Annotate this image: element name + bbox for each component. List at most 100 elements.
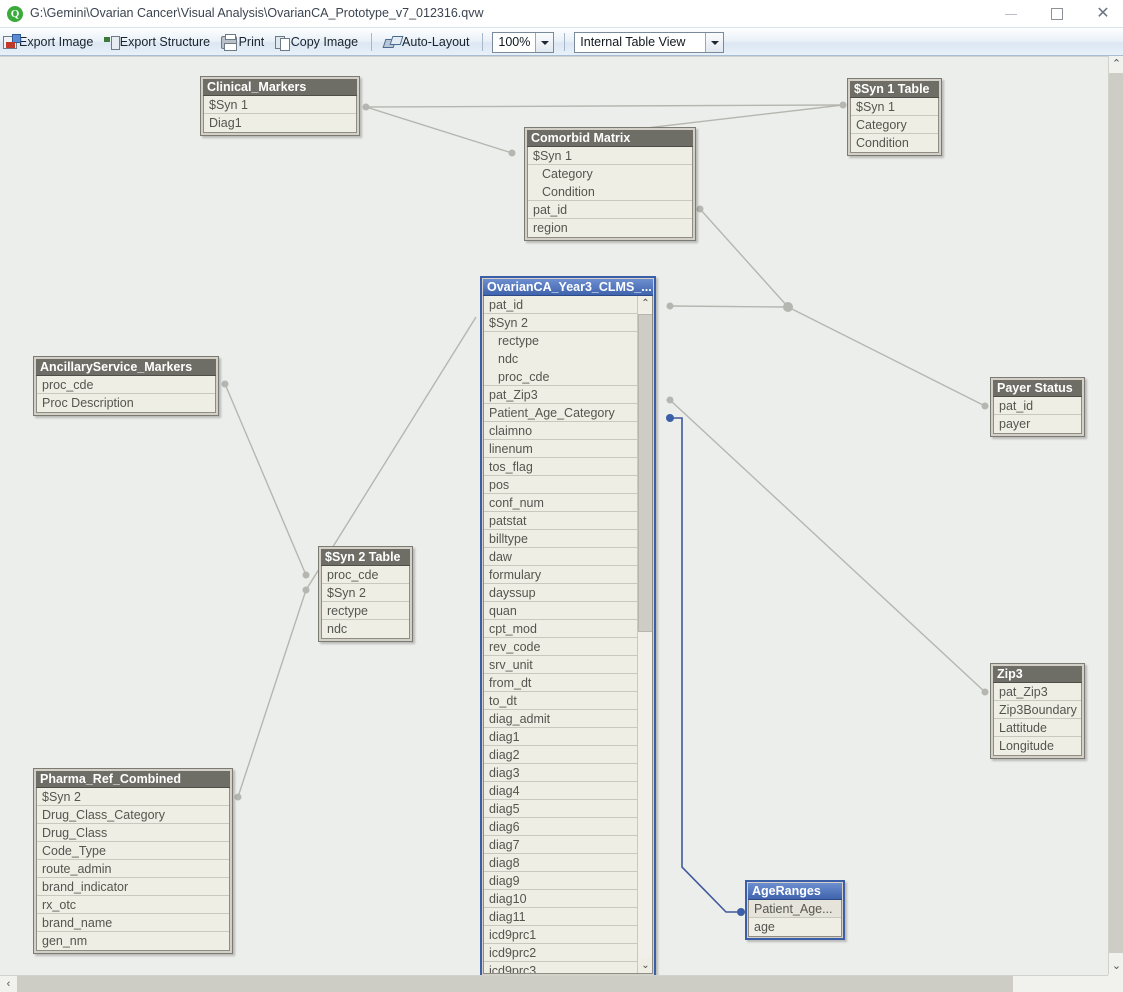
- field-row[interactable]: proc_cde: [37, 376, 215, 394]
- table-box-ovarianca-year3-clms[interactable]: OvarianCA_Year3_CLMS_... pat_id $Syn 2 rec…: [480, 276, 656, 975]
- view-mode-select[interactable]: Internal Table View: [574, 32, 725, 53]
- field-row[interactable]: diag8: [484, 854, 640, 872]
- field-row[interactable]: daw: [484, 548, 640, 566]
- field-row[interactable]: proc_cde: [484, 368, 640, 386]
- field-row[interactable]: icd9prc2: [484, 944, 640, 962]
- table-box-syn2-table[interactable]: $Syn 2 Table proc_cde $Syn 2 rectype ndc: [318, 546, 413, 642]
- table-box-clinical-markers[interactable]: Clinical_Markers $Syn 1 Diag1: [200, 76, 360, 136]
- field-row[interactable]: Category: [528, 165, 692, 183]
- vertical-scrollbar-thumb[interactable]: [1109, 73, 1123, 953]
- scroll-down-arrow-icon[interactable]: ⌄: [1109, 958, 1123, 975]
- horizontal-scrollbar[interactable]: ‹ ›: [0, 975, 1123, 992]
- field-row[interactable]: rev_code: [484, 638, 640, 656]
- field-row[interactable]: conf_num: [484, 494, 640, 512]
- field-row[interactable]: proc_cde: [322, 566, 409, 584]
- export-structure-button[interactable]: Export Structure: [101, 29, 213, 56]
- field-row[interactable]: region: [528, 219, 692, 237]
- horizontal-scrollbar-thumb[interactable]: [17, 976, 1013, 992]
- field-row[interactable]: Condition: [851, 134, 938, 152]
- field-row[interactable]: billtype: [484, 530, 640, 548]
- field-row[interactable]: Patient_Age_Category: [484, 404, 640, 422]
- field-row[interactable]: diag7: [484, 836, 640, 854]
- field-row[interactable]: linenum: [484, 440, 640, 458]
- scroll-up-arrow-icon[interactable]: ⌃: [1109, 56, 1123, 73]
- field-row[interactable]: ndc: [322, 620, 409, 638]
- field-row[interactable]: diag5: [484, 800, 640, 818]
- field-row[interactable]: Category: [851, 116, 938, 134]
- field-row[interactable]: Lattitude: [994, 719, 1081, 737]
- field-row[interactable]: rx_otc: [37, 896, 229, 914]
- scrollbar-thumb[interactable]: [638, 314, 652, 632]
- table-box-zip3[interactable]: Zip3 pat_Zip3 Zip3Boundary Lattitude Longitu…: [990, 663, 1085, 759]
- vertical-scrollbar[interactable]: ⌃ ⌄: [1108, 56, 1123, 975]
- field-row[interactable]: $Syn 1: [204, 96, 356, 114]
- field-row[interactable]: $Syn 2: [322, 584, 409, 602]
- field-row[interactable]: age: [749, 918, 841, 936]
- field-row[interactable]: $Syn 2: [37, 788, 229, 806]
- field-row[interactable]: $Syn 1: [528, 147, 692, 165]
- field-row[interactable]: diag3: [484, 764, 640, 782]
- field-row[interactable]: $Syn 2: [484, 314, 640, 332]
- minimize-button[interactable]: [988, 0, 1034, 28]
- field-row[interactable]: pat_id: [994, 397, 1081, 415]
- field-row[interactable]: Proc Description: [37, 394, 215, 412]
- close-button[interactable]: ✕: [1080, 0, 1123, 28]
- export-image-button[interactable]: Export Image: [0, 29, 96, 56]
- field-row[interactable]: dayssup: [484, 584, 640, 602]
- field-row[interactable]: tos_flag: [484, 458, 640, 476]
- field-row[interactable]: patstat: [484, 512, 640, 530]
- zoom-level-select[interactable]: 100%: [492, 32, 555, 53]
- table-box-ageranges[interactable]: AgeRanges Patient_Age... age: [745, 880, 845, 940]
- field-row[interactable]: brand_name: [37, 914, 229, 932]
- field-row[interactable]: pos: [484, 476, 640, 494]
- chevron-down-icon[interactable]: [535, 33, 554, 52]
- field-row[interactable]: pat_Zip3: [484, 386, 640, 404]
- field-list-scrollbar[interactable]: ⌃ ⌄: [637, 296, 652, 973]
- field-row[interactable]: route_admin: [37, 860, 229, 878]
- field-row[interactable]: Longitude: [994, 737, 1081, 755]
- table-box-comorbid-matrix[interactable]: Comorbid Matrix $Syn 1 Category Condition pa…: [524, 127, 696, 241]
- field-row[interactable]: claimno: [484, 422, 640, 440]
- field-row[interactable]: diag10: [484, 890, 640, 908]
- scroll-left-arrow-icon[interactable]: ‹: [0, 976, 17, 992]
- field-row[interactable]: icd9prc1: [484, 926, 640, 944]
- auto-layout-button[interactable]: Auto-Layout: [381, 29, 472, 56]
- field-row[interactable]: Zip3Boundary: [994, 701, 1081, 719]
- scroll-down-arrow-icon[interactable]: ⌄: [638, 958, 652, 973]
- field-row[interactable]: pat_id: [484, 296, 640, 314]
- field-row[interactable]: pat_id: [528, 201, 692, 219]
- field-row[interactable]: diag_admit: [484, 710, 640, 728]
- field-row[interactable]: diag6: [484, 818, 640, 836]
- field-row[interactable]: gen_nm: [37, 932, 229, 950]
- field-row[interactable]: rectype: [322, 602, 409, 620]
- field-row[interactable]: diag11: [484, 908, 640, 926]
- field-row[interactable]: Diag1: [204, 114, 356, 132]
- field-row[interactable]: Drug_Class_Category: [37, 806, 229, 824]
- field-row[interactable]: formulary: [484, 566, 640, 584]
- field-row[interactable]: Patient_Age...: [749, 900, 841, 918]
- field-row[interactable]: to_dt: [484, 692, 640, 710]
- table-box-payer-status[interactable]: Payer Status pat_id payer: [990, 377, 1085, 437]
- field-row[interactable]: diag4: [484, 782, 640, 800]
- field-row[interactable]: icd9prc3: [484, 962, 640, 973]
- field-list-ovarianca-year3-clms[interactable]: pat_id $Syn 2 rectype ndc proc_cde pat_Zip3 Pa…: [483, 296, 653, 974]
- table-box-pharma-ref-combined[interactable]: Pharma_Ref_Combined $Syn 2 Drug_Class_Cate…: [33, 768, 233, 954]
- field-row[interactable]: ndc: [484, 350, 640, 368]
- field-row[interactable]: diag2: [484, 746, 640, 764]
- field-row[interactable]: Condition: [528, 183, 692, 201]
- table-box-syn1-table[interactable]: $Syn 1 Table $Syn 1 Category Condition: [847, 78, 942, 156]
- table-box-ancillaryservice-markers[interactable]: AncillaryService_Markers proc_cde Proc Des…: [33, 356, 219, 416]
- field-row[interactable]: $Syn 1: [851, 98, 938, 116]
- copy-image-button[interactable]: Copy Image: [272, 29, 361, 56]
- field-row[interactable]: payer: [994, 415, 1081, 433]
- field-row[interactable]: Code_Type: [37, 842, 229, 860]
- print-button[interactable]: Print: [218, 29, 268, 56]
- field-row[interactable]: from_dt: [484, 674, 640, 692]
- field-row[interactable]: pat_Zip3: [994, 683, 1081, 701]
- field-row[interactable]: rectype: [484, 332, 640, 350]
- maximize-button[interactable]: [1034, 0, 1080, 28]
- field-row[interactable]: diag9: [484, 872, 640, 890]
- chevron-down-icon[interactable]: [705, 33, 724, 52]
- field-row[interactable]: cpt_mod: [484, 620, 640, 638]
- field-row[interactable]: Drug_Class: [37, 824, 229, 842]
